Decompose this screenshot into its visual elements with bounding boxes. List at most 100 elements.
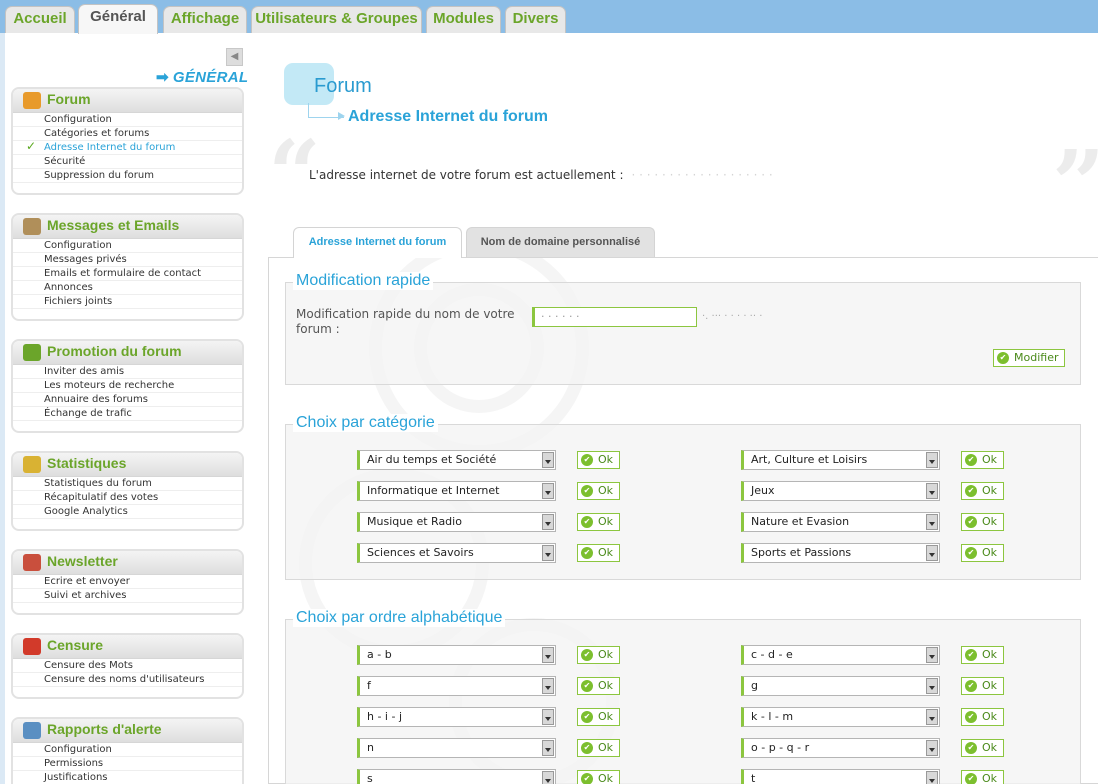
ok-button[interactable]: ✔ Ok <box>961 708 1004 726</box>
category-select[interactable]: Nature et Evasion <box>741 512 940 532</box>
alphabetical-select[interactable]: c - d - e <box>741 645 940 665</box>
select-value: Art, Culture et Loisirs <box>751 453 868 466</box>
chevron-down-icon[interactable] <box>926 647 938 663</box>
sidebar-section-header[interactable]: Statistiques <box>13 453 242 477</box>
chevron-down-icon[interactable] <box>542 545 554 561</box>
category-select[interactable]: Sports et Passions <box>741 543 940 563</box>
sidebar-link[interactable]: Configuration <box>13 743 242 757</box>
sidebar-link[interactable]: Censure des noms d'utilisateurs <box>13 673 242 687</box>
ok-label: Ok <box>598 710 614 723</box>
chevron-down-icon[interactable] <box>542 678 554 694</box>
alphabetical-select[interactable]: s <box>357 769 556 784</box>
chevron-down-icon[interactable] <box>542 740 554 756</box>
ok-button[interactable]: ✔ Ok <box>577 544 620 562</box>
ok-button[interactable]: ✔ Ok <box>961 739 1004 757</box>
chevron-down-icon[interactable] <box>542 709 554 725</box>
alphabetical-select[interactable]: t <box>741 769 940 784</box>
sidebar-link[interactable]: Emails et formulaire de contact <box>13 267 242 281</box>
ok-button[interactable]: ✔ Ok <box>961 451 1004 469</box>
sidebar-link[interactable]: ✓ Adresse Internet du forum <box>13 140 242 155</box>
sidebar-link[interactable]: Messages privés <box>13 253 242 267</box>
alphabetical-select[interactable]: n <box>357 738 556 758</box>
alphabetical-select[interactable]: k - l - m <box>741 707 940 727</box>
alphabetical-select[interactable]: o - p - q - r <box>741 738 940 758</box>
sidebar-section-header[interactable]: Promotion du forum <box>13 341 242 365</box>
tab-nom-de-domaine[interactable]: Nom de domaine personnalisé <box>466 227 655 257</box>
ok-button[interactable]: ✔ Ok <box>577 646 620 664</box>
category-select[interactable]: Musique et Radio <box>357 512 556 532</box>
alphabetical-legend: Choix par ordre alphabétique <box>293 609 506 627</box>
sidebar-link[interactable]: Suivi et archives <box>13 589 242 603</box>
ok-button[interactable]: ✔ Ok <box>577 739 620 757</box>
sidebar-link[interactable]: Justifications <box>13 771 242 784</box>
ok-button[interactable]: ✔ Ok <box>577 770 620 784</box>
sidebar-link[interactable]: Configuration <box>13 239 242 253</box>
collapse-sidebar-button[interactable]: ◀ <box>226 48 243 66</box>
sidebar-link[interactable]: Sécurité <box>13 155 242 169</box>
sidebar-link[interactable]: Censure des Mots <box>13 659 242 673</box>
ok-button[interactable]: ✔ Ok <box>961 677 1004 695</box>
category-select[interactable]: Sciences et Savoirs <box>357 543 556 563</box>
tab-utilisateurs-groupes[interactable]: Utilisateurs & Groupes <box>251 6 422 33</box>
alphabetical-select[interactable]: g <box>741 676 940 696</box>
chevron-down-icon[interactable] <box>926 709 938 725</box>
sidebar-link[interactable]: Catégories et forums <box>13 127 242 141</box>
chevron-down-icon[interactable] <box>926 545 938 561</box>
category-select[interactable]: Air du temps et Société <box>357 450 556 470</box>
ok-button[interactable]: ✔ Ok <box>961 513 1004 531</box>
tab-modules[interactable]: Modules <box>426 6 501 33</box>
ok-button[interactable]: ✔ Ok <box>577 513 620 531</box>
sidebar-section-header[interactable]: Rapports d'alerte <box>13 719 242 743</box>
ok-button[interactable]: ✔ Ok <box>577 708 620 726</box>
tab-accueil[interactable]: Accueil <box>5 6 75 33</box>
sidebar-link[interactable]: Google Analytics <box>13 505 242 519</box>
forum-name-input[interactable]: · · · · · · <box>532 307 697 327</box>
chevron-down-icon[interactable] <box>542 452 554 468</box>
sidebar-section-header[interactable]: Newsletter <box>13 551 242 575</box>
sidebar-link[interactable]: Statistiques du forum <box>13 477 242 491</box>
ok-button[interactable]: ✔ Ok <box>961 770 1004 784</box>
category-select[interactable]: Art, Culture et Loisirs <box>741 450 940 470</box>
chevron-down-icon[interactable] <box>926 483 938 499</box>
sidebar-section-header[interactable]: Forum <box>13 89 242 113</box>
alphabetical-select[interactable]: a - b <box>357 645 556 665</box>
category-select[interactable]: Jeux <box>741 481 940 501</box>
category-select[interactable]: Informatique et Internet <box>357 481 556 501</box>
sidebar-link[interactable]: Annuaire des forums <box>13 393 242 407</box>
chevron-down-icon[interactable] <box>542 483 554 499</box>
sidebar-section-header[interactable]: Messages et Emails <box>13 215 242 239</box>
sidebar-link[interactable]: Permissions <box>13 757 242 771</box>
chevron-down-icon[interactable] <box>926 771 938 784</box>
ok-button[interactable]: ✔ Ok <box>577 451 620 469</box>
chevron-down-icon[interactable] <box>926 740 938 756</box>
ok-button[interactable]: ✔ Ok <box>577 677 620 695</box>
chevron-down-icon[interactable] <box>926 514 938 530</box>
tab-general[interactable]: Général <box>78 4 158 34</box>
sidebar-section-header[interactable]: Censure <box>13 635 242 659</box>
ok-button[interactable]: ✔ Ok <box>577 482 620 500</box>
tab-adresse-internet[interactable]: Adresse Internet du forum <box>293 227 462 258</box>
sidebar-link[interactable]: Annonces <box>13 281 242 295</box>
sidebar-link[interactable]: Les moteurs de recherche <box>13 379 242 393</box>
ok-button[interactable]: ✔ Ok <box>961 646 1004 664</box>
chevron-down-icon[interactable] <box>542 514 554 530</box>
sidebar-link[interactable]: Configuration <box>13 113 242 127</box>
tab-divers[interactable]: Divers <box>505 6 566 33</box>
ok-label: Ok <box>982 648 998 661</box>
chevron-down-icon[interactable] <box>542 647 554 663</box>
ok-button[interactable]: ✔ Ok <box>961 482 1004 500</box>
alphabetical-select[interactable]: f <box>357 676 556 696</box>
tab-affichage[interactable]: Affichage <box>163 6 247 33</box>
sidebar-link[interactable]: Échange de trafic <box>13 407 242 421</box>
sidebar-link[interactable]: Inviter des amis <box>13 365 242 379</box>
chevron-down-icon[interactable] <box>542 771 554 784</box>
sidebar-link[interactable]: Ecrire et envoyer <box>13 575 242 589</box>
sidebar-link[interactable]: Suppression du forum <box>13 169 242 183</box>
modifier-button[interactable]: ✔ Modifier <box>993 349 1065 367</box>
chevron-down-icon[interactable] <box>926 452 938 468</box>
chevron-down-icon[interactable] <box>926 678 938 694</box>
ok-button[interactable]: ✔ Ok <box>961 544 1004 562</box>
sidebar-link[interactable]: Fichiers joints <box>13 295 242 309</box>
sidebar-link[interactable]: Récapitulatif des votes <box>13 491 242 505</box>
alphabetical-select[interactable]: h - i - j <box>357 707 556 727</box>
